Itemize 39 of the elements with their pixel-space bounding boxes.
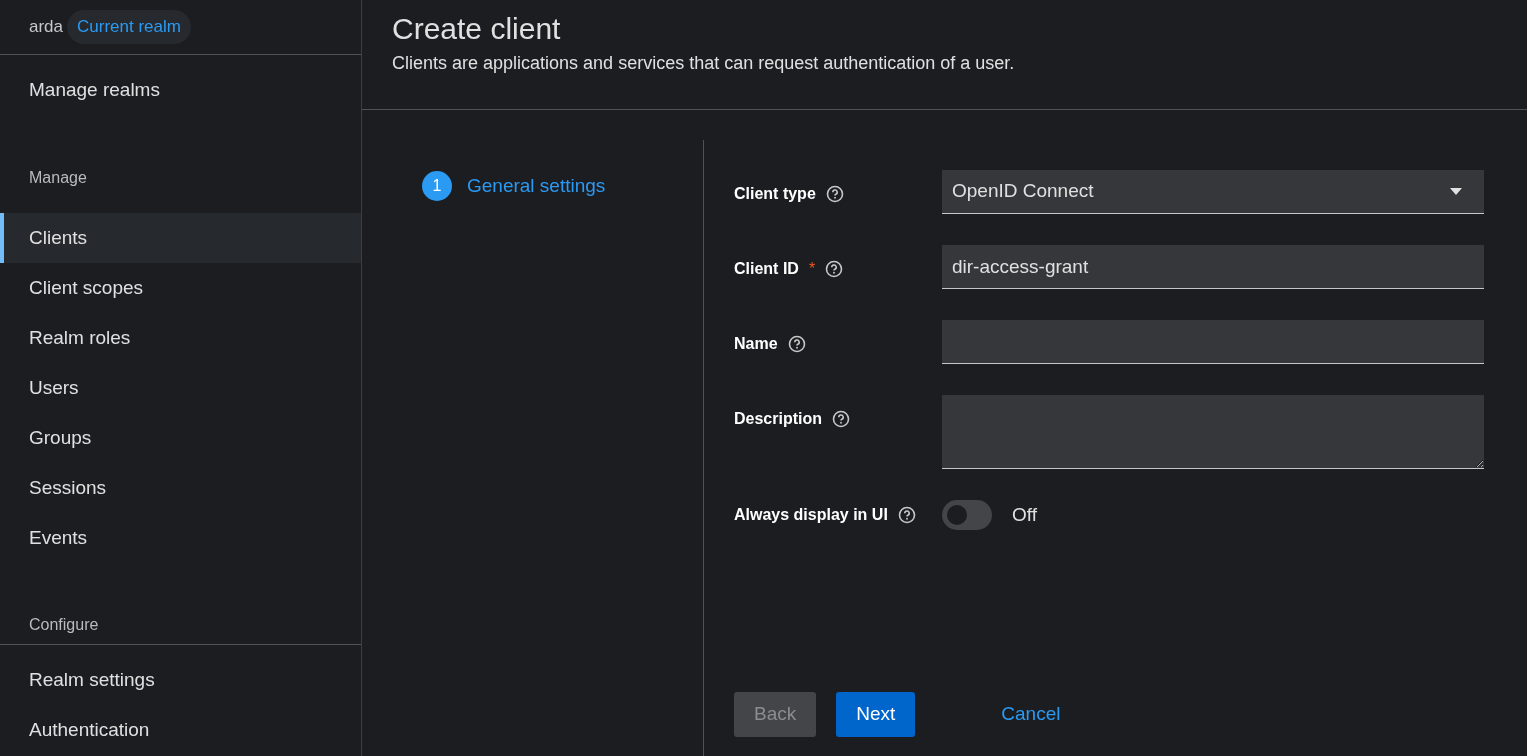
nav-item[interactable]: Realm settings bbox=[0, 655, 361, 705]
field-label: Description bbox=[734, 409, 822, 429]
help-icon[interactable] bbox=[832, 410, 850, 428]
toggle-switch[interactable] bbox=[942, 500, 992, 530]
switch-state-label: Off bbox=[1012, 502, 1037, 527]
wizard-button[interactable]: Next bbox=[836, 692, 916, 737]
step-label: General settings bbox=[467, 173, 606, 198]
field-label: Client type bbox=[734, 184, 816, 204]
page-subtitle: Clients are applications and services that can request authentication of a user. bbox=[392, 52, 1016, 75]
nav-section-title: Configure bbox=[29, 614, 99, 635]
field-label: Name bbox=[734, 334, 778, 354]
nav-item[interactable]: Realm roles bbox=[0, 313, 361, 363]
page-title: Create client bbox=[392, 11, 562, 47]
client-type-select[interactable]: OpenID Connect bbox=[942, 170, 1484, 214]
nav-link[interactable]: Manage realms bbox=[0, 65, 361, 115]
current-realm-badge: Current realm bbox=[67, 10, 191, 44]
input-field[interactable] bbox=[942, 320, 1484, 364]
cancel-link[interactable]: Cancel bbox=[981, 692, 1081, 737]
help-icon[interactable] bbox=[825, 260, 844, 278]
help-icon[interactable] bbox=[897, 506, 916, 524]
nav-item[interactable]: Sessions bbox=[0, 463, 361, 513]
step-number: 1 bbox=[422, 171, 452, 201]
field-label: Always display in UI bbox=[734, 505, 888, 525]
wizard-step[interactable]: 1 General settings bbox=[422, 171, 643, 201]
description-field[interactable] bbox=[942, 395, 1484, 469]
help-icon[interactable] bbox=[825, 185, 844, 203]
nav-item[interactable]: Client scopes bbox=[0, 263, 361, 313]
realm-name: arda bbox=[29, 16, 64, 39]
required-mark: * bbox=[808, 259, 816, 279]
nav-item[interactable]: Clients bbox=[0, 213, 361, 263]
input-field[interactable]: dir-access-grant bbox=[942, 245, 1484, 289]
field-label: Client ID bbox=[734, 259, 799, 279]
nav-item[interactable]: Groups bbox=[0, 413, 361, 463]
nav-section-title: Manage bbox=[29, 168, 87, 188]
caret-icon bbox=[1450, 188, 1462, 195]
nav-item[interactable]: Users bbox=[0, 363, 361, 413]
nav-item[interactable]: Authentication bbox=[0, 705, 361, 755]
help-icon[interactable] bbox=[787, 335, 806, 353]
nav-item[interactable]: Events bbox=[0, 513, 361, 563]
